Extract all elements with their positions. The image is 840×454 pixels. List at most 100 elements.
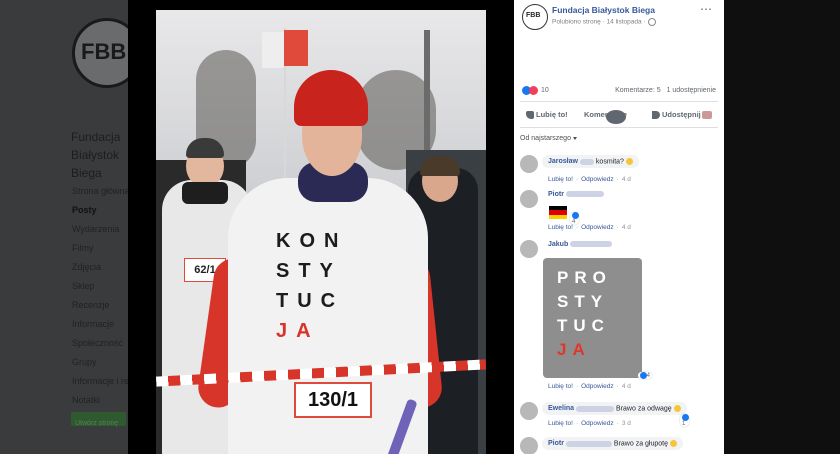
smile-emoji-icon [625, 158, 633, 165]
post-actions: Lubię to! Komentarze Udostępnij [520, 107, 718, 124]
page-name: Fundacja Białystok Biega [71, 130, 121, 180]
shirt-line: TUC [276, 290, 345, 312]
sticker-line: JA [557, 340, 591, 359]
commenter-avatar[interactable] [520, 155, 538, 173]
sticker-line: TUC [557, 316, 610, 335]
comment-time[interactable]: 3 d [622, 420, 631, 427]
divider [520, 127, 718, 128]
post-stats: 10 Komentarze: 5 1 udostępnienie [522, 86, 716, 98]
like-reaction-icon [572, 212, 579, 219]
blurred-name [565, 440, 612, 447]
comment-reactions[interactable]: 1 [680, 414, 689, 428]
comment-like-link[interactable]: Lubię to! [548, 383, 573, 390]
sticker-line: PRO [557, 268, 612, 287]
comment-bubble: Jakub [542, 240, 618, 251]
thumbs-up-icon [526, 111, 534, 120]
comment-bubble: Jarosław kosmita? [542, 155, 639, 169]
reactions-count[interactable]: 10 [541, 87, 549, 94]
sort-label: Od najstarszego [520, 135, 571, 142]
comment-links: Lubię to! · Odpowiedz · 4 d [548, 176, 631, 183]
share-icon [652, 111, 660, 120]
comment-reply-link[interactable]: Odpowiedz [581, 224, 614, 231]
comment-author[interactable]: Piotr [548, 440, 564, 447]
comment-reactions[interactable]: 4 [638, 372, 653, 380]
like-label: Lubię to! [536, 110, 568, 119]
shirt-line: JA [276, 320, 320, 342]
sticker-text: PRO STY TUC JA [557, 266, 612, 362]
comment-author[interactable]: Jarosław [548, 158, 578, 165]
comment-text: Brawo za głupotę [613, 440, 668, 448]
comment-icon [606, 110, 626, 124]
globe-icon [647, 18, 656, 26]
comment-author[interactable]: Ewelina [548, 405, 574, 412]
shirt-print: KON STY TUC JA [276, 226, 396, 346]
runner-scarf [182, 182, 228, 204]
comment-time[interactable]: 4 d [622, 176, 631, 183]
comment-like-link[interactable]: Lubię to! [548, 420, 573, 427]
blurred-name [579, 158, 594, 165]
share-button[interactable]: Udostępnij [652, 110, 701, 120]
smile-emoji-icon [670, 440, 677, 447]
post-meta: Polubiono stronę · 14 listopada · [552, 18, 656, 26]
blurred-name [570, 241, 613, 248]
comment-reply-link[interactable]: Odpowiedz [581, 420, 614, 427]
shirt-line: STY [276, 256, 396, 286]
post-meta-text: Polubiono stronę · 14 listopada · [552, 18, 646, 26]
comment-like-link[interactable]: Lubię to! [548, 224, 573, 231]
comment-time[interactable]: 4 d [622, 383, 631, 390]
comment-links: Lubię to! · Odpowiedz · 4 d [548, 383, 631, 390]
divider [520, 101, 718, 102]
shares-count[interactable]: 1 udostępnienie [667, 87, 716, 94]
reaction-count: 1 [682, 421, 686, 428]
avatar-text: FBB [526, 12, 541, 19]
comment-bubble: Piotr [542, 190, 610, 201]
comments-shares: Komentarze: 5 1 udostępnienie [615, 87, 716, 94]
comment-button[interactable]: Komentarze [584, 110, 627, 124]
blurred-name [576, 405, 615, 412]
love-reaction-icon [529, 86, 538, 95]
share-label: Udostępnij [662, 110, 701, 119]
comment-reply-link[interactable]: Odpowiedz [581, 176, 614, 183]
photo-flag-white [262, 32, 284, 68]
logo-text: FBB [81, 39, 127, 64]
create-page-label: Utwórz stronę [75, 420, 119, 427]
more-options-icon[interactable]: ⋯ [700, 2, 712, 16]
comment-time[interactable]: 4 d [622, 224, 631, 231]
post-page-name[interactable]: Fundacja Białystok Biega [552, 5, 655, 15]
shirt-line-text: STY [276, 260, 342, 282]
runner-bib-main: 130/1 [294, 382, 372, 418]
comment-author[interactable]: Piotr [548, 191, 564, 198]
page-avatar[interactable]: FBB [522, 4, 548, 30]
reaction-count: 4 [646, 373, 651, 380]
comment-bubble: Ewelina Brawo za odwagę [542, 402, 687, 416]
post-photo[interactable]: 62/1 KON STY TUC JA 130/1 [156, 10, 486, 454]
photo-flag-red [284, 30, 308, 66]
comments-count[interactable]: Komentarze: 5 [615, 87, 661, 94]
shirt-line: KON [276, 230, 348, 252]
comment-reply-link[interactable]: Odpowiedz [581, 383, 614, 390]
create-page-button[interactable]: Utwórz stronę [71, 412, 126, 427]
comment-links: Lubię to! · Odpowiedz · 3 d [548, 420, 631, 427]
heart-eyes-emoji-icon [673, 405, 681, 412]
profile-mini-icon [702, 111, 712, 120]
like-reaction-icon [682, 414, 689, 421]
commenter-avatar[interactable] [520, 240, 538, 258]
right-backdrop [724, 0, 840, 454]
like-button[interactable]: Lubię to! [526, 110, 568, 120]
commenter-avatar[interactable] [520, 190, 538, 208]
audience-selector[interactable] [702, 110, 712, 120]
comment-like-link[interactable]: Lubię to! [548, 176, 573, 183]
commenter-avatar[interactable] [520, 402, 538, 420]
comment-author[interactable]: Jakub [548, 241, 568, 248]
child-hair [420, 156, 460, 176]
comment-sticker-image[interactable]: PRO STY TUC JA [543, 258, 642, 378]
comment-links: Lubię to! · Odpowiedz · 4 d [548, 224, 631, 231]
comment-sort[interactable]: Od najstarszego [520, 135, 577, 142]
chevron-down-icon [572, 136, 577, 140]
germany-flag-emoji-icon [549, 206, 567, 219]
comment-text: Brawo za odwagę [616, 405, 672, 413]
commenter-avatar[interactable] [520, 437, 538, 454]
comment-bubble: Piotr Brawo za głupotę [542, 437, 683, 451]
blurred-name [565, 191, 604, 198]
post-panel: FBB Fundacja Białystok Biega Polubiono s… [514, 0, 724, 454]
